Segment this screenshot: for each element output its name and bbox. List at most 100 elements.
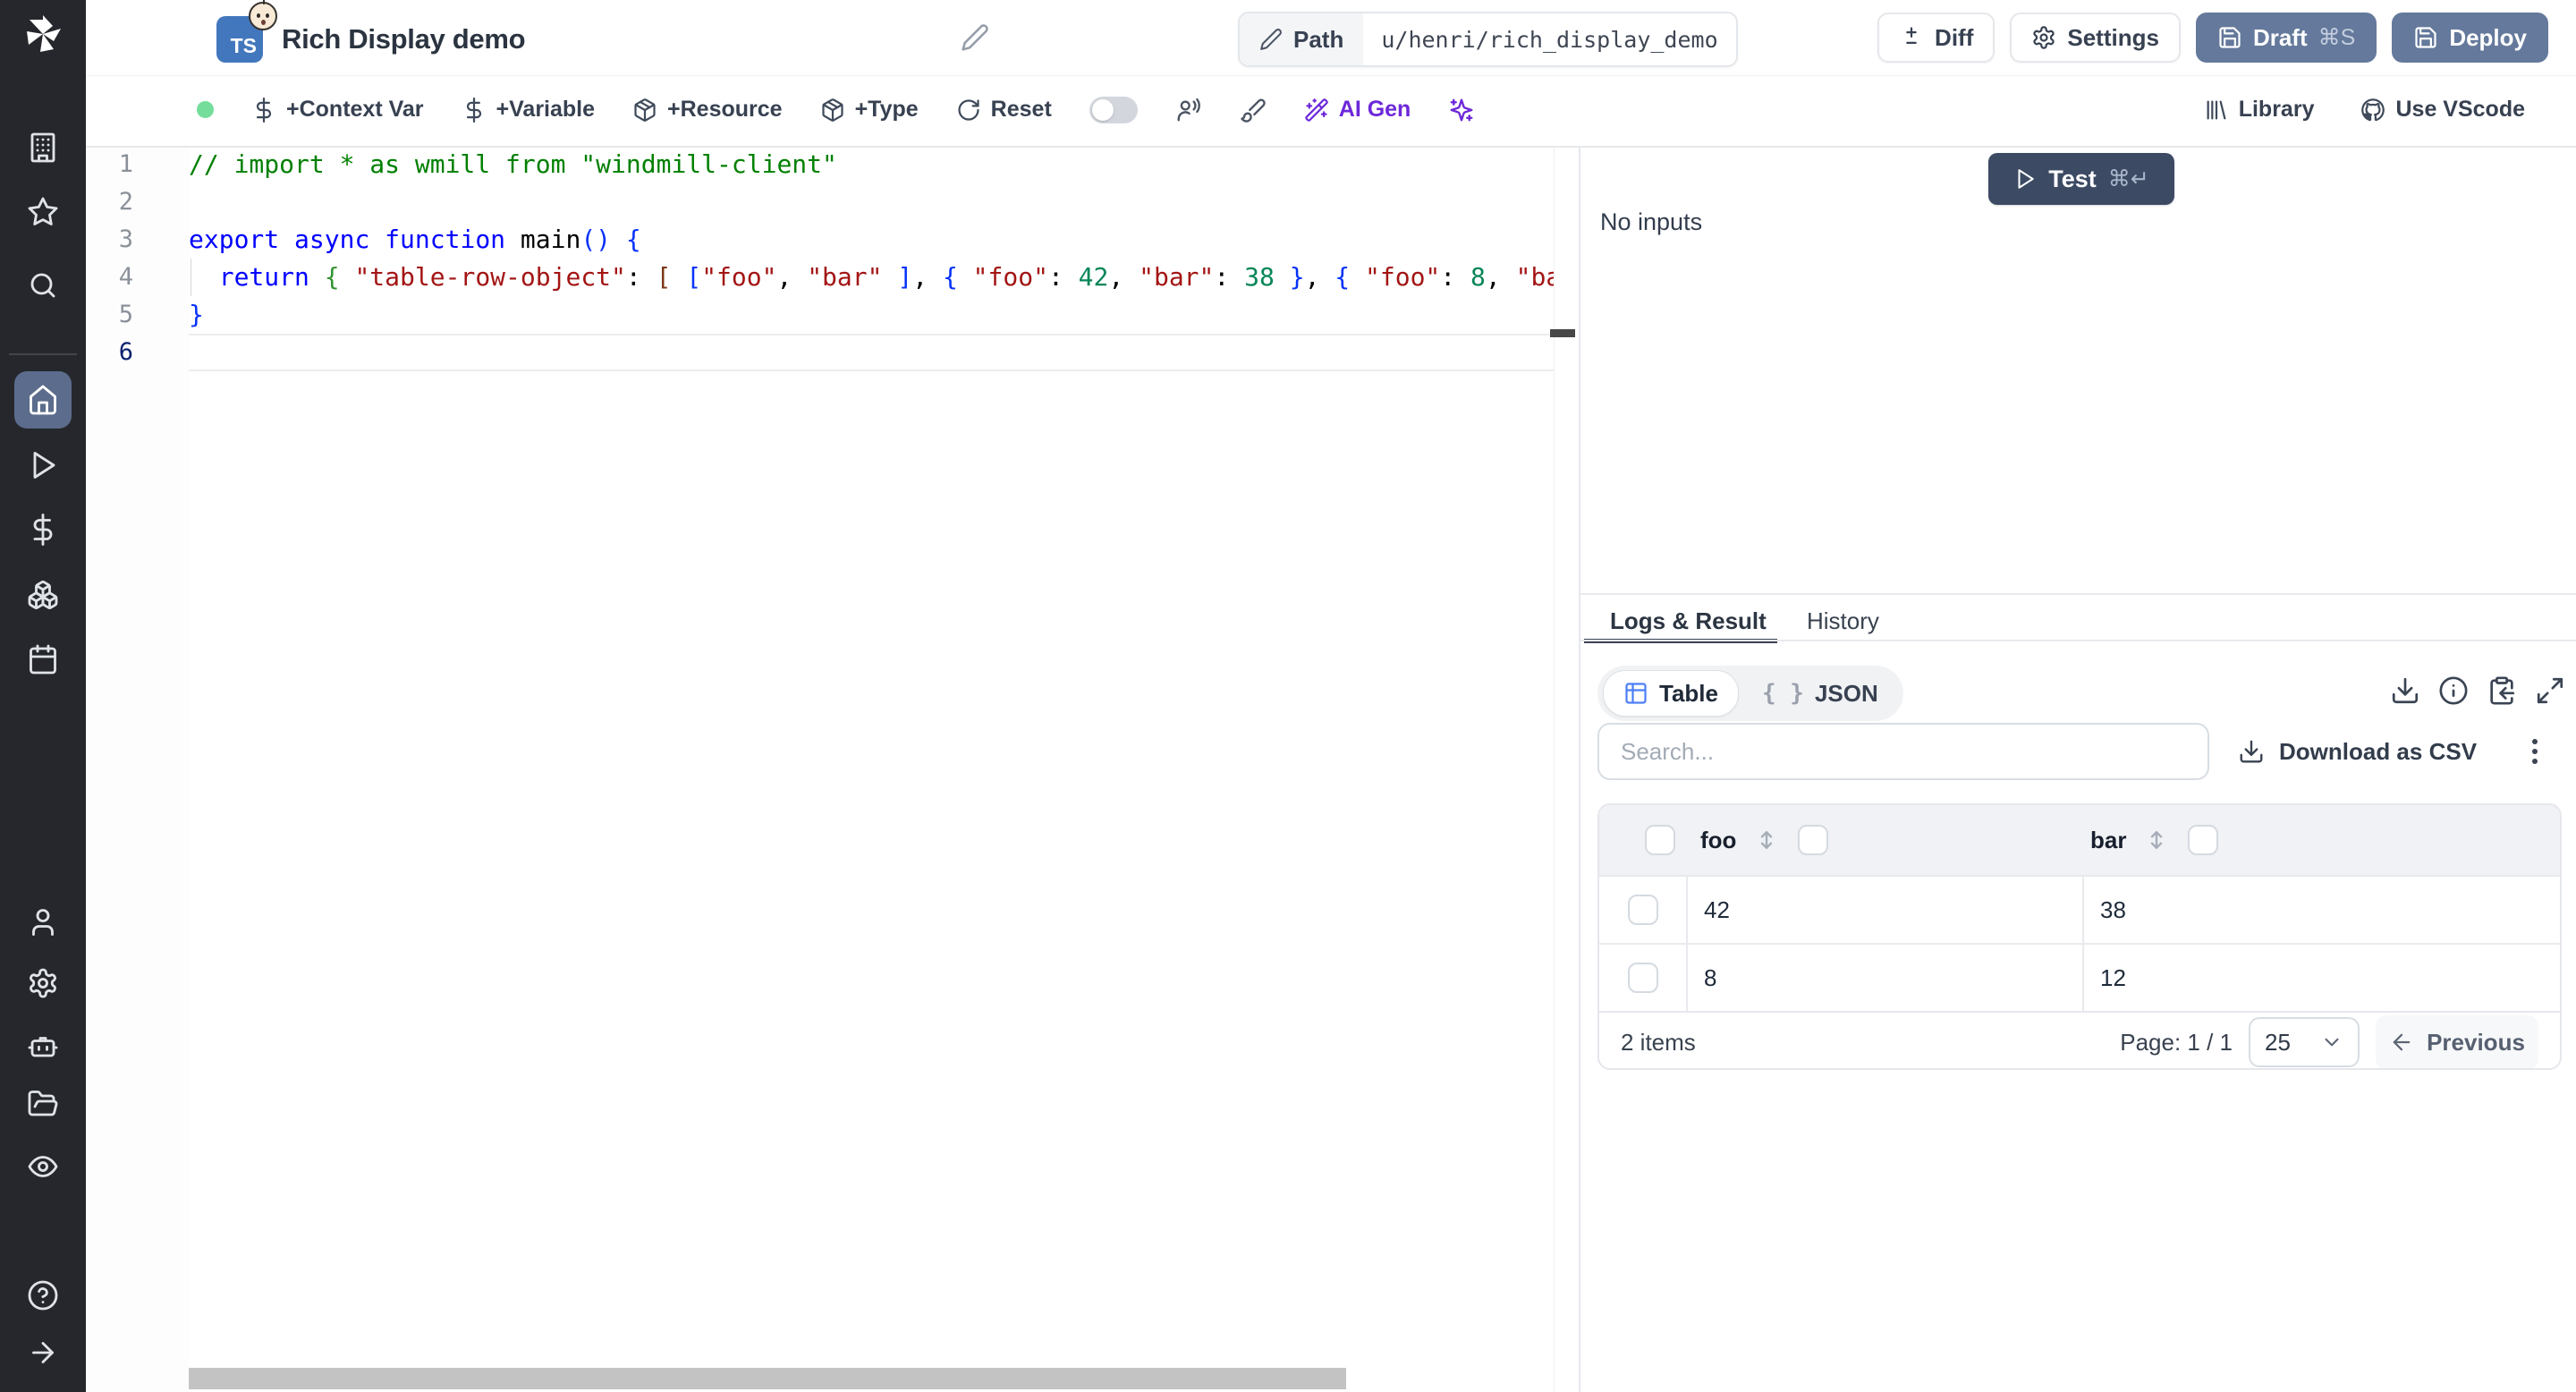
play-icon	[2013, 167, 2037, 191]
windmill-logo-icon[interactable]	[21, 13, 64, 55]
previous-page-button[interactable]: Previous	[2376, 1015, 2538, 1069]
sidebar-item-audit[interactable]	[27, 1150, 59, 1183]
view-json-button[interactable]: { } JSON	[1742, 671, 1898, 716]
column-header-foo: foo	[1700, 827, 1736, 854]
search-icon	[27, 269, 59, 301]
table-row: 4238	[1599, 875, 2560, 943]
code-editor[interactable]: 123456 // import * as wmill from "windmi…	[86, 146, 1579, 1392]
tab-history[interactable]: History	[1807, 607, 1879, 635]
sidebar-item-settings[interactable]	[27, 967, 59, 999]
table-menu-kebab[interactable]	[2521, 723, 2548, 780]
library-button[interactable]: Library	[2204, 97, 2315, 123]
search-input[interactable]	[1597, 723, 2209, 780]
table-cell: 42	[1686, 877, 2082, 943]
settings-button[interactable]: Settings	[2010, 13, 2181, 63]
github-icon	[2360, 98, 2385, 123]
code-line	[189, 183, 1554, 221]
ai-gen-button[interactable]: AI Gen	[1304, 97, 1411, 123]
row-checkbox[interactable]	[1628, 963, 1658, 993]
sort-foo-icon[interactable]	[1753, 826, 1780, 854]
tab-logs-result[interactable]: Logs & Result	[1610, 607, 1767, 635]
user-icon	[27, 906, 59, 938]
sidebar-item-runs[interactable]	[27, 449, 59, 481]
edit-summary-pencil-icon[interactable]	[961, 23, 989, 52]
sort-bar-icon[interactable]	[2143, 826, 2170, 854]
code-line	[189, 334, 1554, 371]
format-brush-icon[interactable]	[1240, 97, 1267, 123]
result-table-body: 4238812	[1599, 875, 2560, 1011]
arrow-left-icon	[2389, 1030, 2414, 1055]
download-icon	[2238, 738, 2265, 765]
sidebar-item-folders[interactable]	[27, 1088, 59, 1120]
page-size-select[interactable]: 25	[2249, 1017, 2360, 1067]
diff-button[interactable]: Diff	[1877, 13, 1995, 63]
magic-wand-icon	[1304, 98, 1329, 123]
table-cell: 8	[1686, 945, 2082, 1011]
play-icon	[27, 449, 59, 481]
test-button[interactable]: Test ⌘↵	[1988, 153, 2174, 205]
sidebar-item-help[interactable]	[27, 1279, 59, 1311]
sidebar-item-search[interactable]	[27, 269, 59, 301]
sidebar-divider	[9, 353, 77, 355]
sidebar-item-home[interactable]	[14, 371, 72, 429]
clipboard-copy-icon[interactable]	[2487, 675, 2517, 706]
info-icon[interactable]	[2438, 675, 2469, 706]
mode-toggle[interactable]	[1089, 97, 1138, 123]
path-label: Path	[1293, 26, 1343, 54]
view-table-button[interactable]: Table	[1603, 670, 1739, 717]
download-csv-button[interactable]: Download as CSV	[2238, 723, 2477, 780]
sidebar-item-resources[interactable]	[27, 579, 59, 611]
editor-code[interactable]: // import * as wmill from "windmill-clie…	[189, 146, 1554, 1392]
sidebar-item-variables[interactable]	[27, 514, 59, 546]
star-icon	[27, 196, 59, 228]
robot-icon	[27, 1029, 59, 1061]
result-view-toggle: Table { } JSON	[1597, 666, 1903, 721]
sidebar-item-workspace[interactable]	[27, 132, 59, 164]
add-type-button[interactable]: +Type	[820, 97, 919, 123]
draft-button[interactable]: Draft ⌘S	[2196, 13, 2377, 63]
dollar-icon	[462, 98, 487, 123]
sparkles-icon[interactable]	[1448, 97, 1475, 123]
folder-open-icon	[27, 1088, 59, 1120]
sidebar-item-workers[interactable]	[27, 1029, 59, 1061]
sidebar-item-favorites[interactable]	[27, 196, 59, 228]
sidebar-expand-button[interactable]	[27, 1337, 59, 1369]
expand-icon[interactable]	[2535, 675, 2565, 706]
building-icon	[27, 132, 59, 164]
path-control[interactable]: Path u/henri/rich_display_demo	[1238, 12, 1738, 67]
line-number: 5	[86, 296, 189, 334]
editor-toolbar: +Context Var +Variable +Resource +Type R…	[86, 75, 2576, 148]
reset-button[interactable]: Reset	[956, 97, 1052, 123]
table-footer: 2 items Page: 1 / 1 25 Previous	[1599, 1011, 2560, 1070]
add-resource-button[interactable]: +Resource	[632, 97, 783, 123]
column-bar-checkbox[interactable]	[2188, 825, 2218, 855]
code-line: return { "table-row-object": [ ["foo", "…	[189, 259, 1554, 296]
deploy-button[interactable]: Deploy	[2392, 13, 2548, 63]
dollar-icon	[251, 98, 276, 123]
topbar: TS Rich Display demo Path u/henri/rich_d…	[86, 0, 2576, 76]
line-number: 6	[86, 334, 189, 371]
eye-icon	[27, 1150, 59, 1183]
status-dot	[197, 101, 214, 118]
page-title: Rich Display demo	[282, 23, 525, 55]
column-foo-checkbox[interactable]	[1798, 825, 1828, 855]
sidebar-item-users[interactable]	[27, 906, 59, 938]
select-all-checkbox[interactable]	[1645, 825, 1675, 855]
line-number: 1	[86, 146, 189, 183]
user-voice-icon[interactable]	[1175, 97, 1202, 123]
sidebar-item-schedules[interactable]	[27, 643, 59, 675]
add-variable-button[interactable]: +Variable	[462, 97, 596, 123]
draft-shortcut: ⌘S	[2318, 24, 2356, 51]
library-icon	[2204, 98, 2229, 123]
column-header-bar: bar	[2090, 827, 2126, 854]
row-checkbox[interactable]	[1628, 895, 1658, 925]
sidebar	[0, 0, 86, 1392]
table-cell: 38	[2082, 877, 2560, 943]
run-result-panel: Test ⌘↵ No inputs Logs & Result History …	[1579, 146, 2576, 1392]
windmill-script-editor: TS Rich Display demo Path u/henri/rich_d…	[0, 0, 2576, 1392]
horizontal-scrollbar[interactable]	[189, 1368, 1346, 1389]
use-vscode-button[interactable]: Use VScode	[2360, 97, 2525, 123]
path-value: u/henri/rich_display_demo	[1363, 13, 1735, 65]
download-result-icon[interactable]	[2390, 675, 2420, 706]
add-context-var-button[interactable]: +Context Var	[251, 97, 424, 123]
